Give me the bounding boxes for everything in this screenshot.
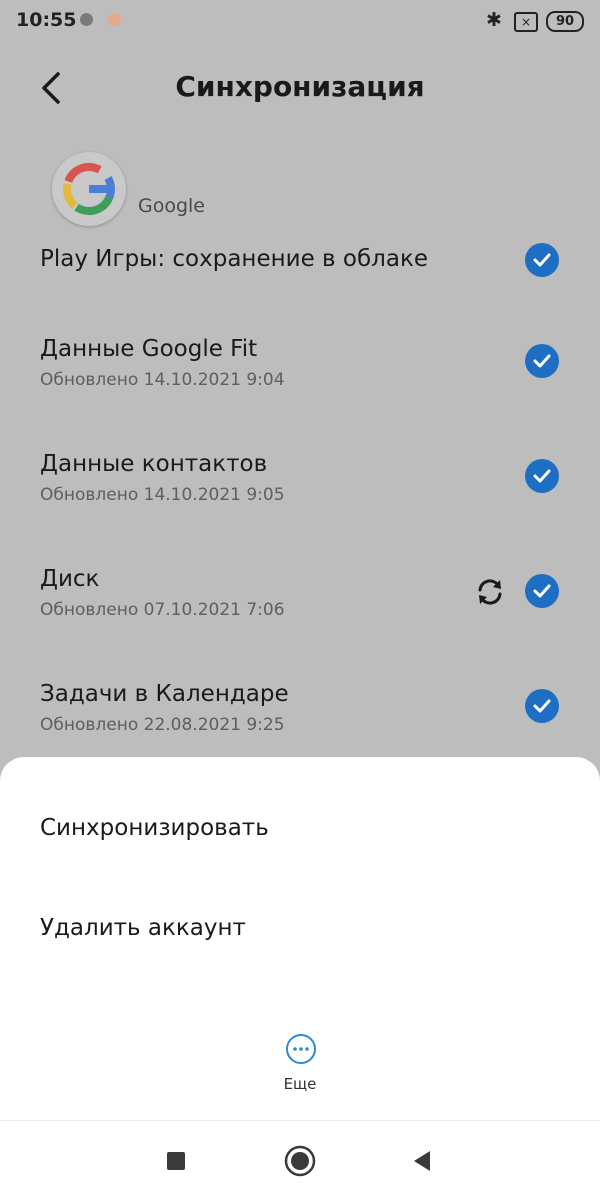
more-label: Еще [283, 1075, 317, 1093]
checkbox-checked-icon[interactable] [525, 574, 559, 608]
sim-icon: × [514, 12, 538, 32]
delete-account-button[interactable]: Удалить аккаунт [0, 893, 600, 973]
checkbox-checked-icon[interactable] [525, 344, 559, 378]
sync-item-updated: Обновлено 14.10.2021 9:04 [40, 370, 285, 390]
navigation-bar [0, 1120, 600, 1200]
sync-item-title: Задачи в Календаре [40, 681, 289, 707]
back-triangle-icon[interactable] [404, 1143, 440, 1179]
gray-dot-icon [80, 13, 93, 26]
sync-item-drive[interactable]: Диск Обновлено 07.10.2021 7:06 [0, 560, 600, 660]
sync-item-title: Диск [40, 566, 100, 592]
status-time: 10:55 [16, 9, 77, 31]
more-dots-icon [285, 1033, 317, 1065]
sync-now-button[interactable]: Синхронизировать [0, 793, 600, 873]
sync-refresh-icon [474, 576, 506, 608]
checkbox-checked-icon[interactable] [525, 689, 559, 723]
sync-item-title: Play Игры: сохранение в облаке [40, 246, 429, 272]
sync-item-updated: Обновлено 22.08.2021 9:25 [40, 715, 285, 735]
status-bar: 10:55 ✱ × 90 [0, 0, 600, 44]
account-name: Google [138, 195, 206, 217]
delete-account-label: Удалить аккаунт [40, 915, 246, 941]
page-title: Синхронизация [175, 70, 425, 103]
orange-dot-icon [108, 13, 121, 26]
sync-item-updated: Обновлено 14.10.2021 9:05 [40, 485, 285, 505]
sync-item-title: Данные контактов [40, 451, 268, 477]
sync-item-contacts[interactable]: Данные контактов Обновлено 14.10.2021 9:… [0, 445, 600, 545]
screen: 10:55 ✱ × 90 Синхронизация Google Play И… [0, 0, 600, 1200]
sync-item-play-games[interactable]: Play Игры: сохранение в облаке [0, 230, 600, 330]
sync-item-google-fit[interactable]: Данные Google Fit Обновлено 14.10.2021 9… [0, 330, 600, 430]
recents-square-icon[interactable] [158, 1143, 194, 1179]
home-circle-icon[interactable] [282, 1143, 318, 1179]
bluetooth-icon: ✱ [486, 9, 502, 31]
sync-item-title: Данные Google Fit [40, 336, 258, 362]
checkbox-checked-icon[interactable] [525, 459, 559, 493]
sync-item-updated: Обновлено 07.10.2021 7:06 [40, 600, 285, 620]
google-logo-icon [52, 152, 126, 226]
sync-now-label: Синхронизировать [40, 815, 269, 841]
battery-icon: 90 [546, 11, 584, 32]
more-button[interactable]: Еще [260, 1027, 340, 1107]
checkbox-checked-icon[interactable] [525, 243, 559, 277]
